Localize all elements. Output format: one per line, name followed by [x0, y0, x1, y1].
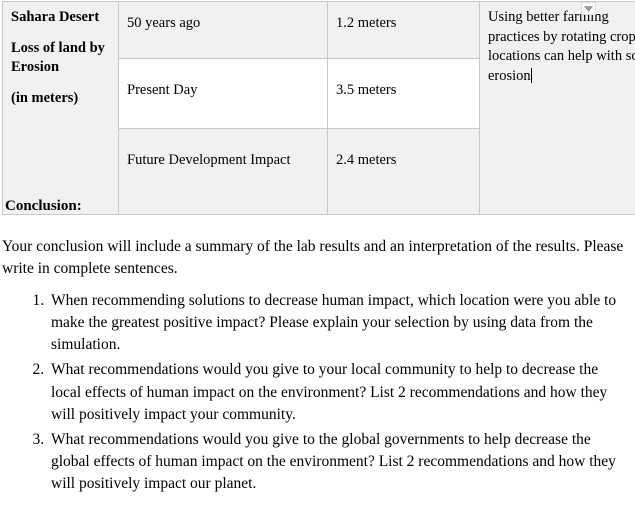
lab-data-table: Sahara Desert Loss of land by Erosion (i…	[2, 1, 635, 215]
questions-list: When recommending solutions to decrease …	[0, 290, 635, 498]
row-header-line-3: (in meters)	[11, 89, 79, 106]
conclusion-instructions: Your conclusion will include a summary o…	[2, 238, 624, 278]
list-item: What recommendations would you give to y…	[48, 359, 627, 425]
text-caret	[530, 67, 532, 83]
cell-stage-1[interactable]: Present Day	[118, 58, 328, 129]
cell-stage-0[interactable]: 50 years ago	[118, 1, 328, 59]
list-item: What recommendations would you give to t…	[48, 429, 627, 495]
lab-data-table-container: Sahara Desert Loss of land by Erosion (i…	[2, 1, 635, 215]
list-item: When recommending solutions to decrease …	[48, 290, 627, 356]
table-row: Sahara Desert Loss of land by Erosion (i…	[2, 1, 635, 215]
cell-value-1[interactable]: 3.5 meters	[327, 58, 480, 129]
cell-value-0[interactable]: 1.2 meters	[327, 1, 480, 59]
chevron-down-icon[interactable]	[581, 2, 596, 15]
notes-text: Using better farming practices by rotati…	[488, 9, 635, 84]
cell-notes[interactable]: Using better farming practices by rotati…	[479, 1, 635, 215]
row-header-line-1: Sahara Desert	[11, 9, 100, 25]
cell-stage-2[interactable]: Future Development Impact	[118, 128, 328, 215]
page-title: Conclusion:	[5, 198, 82, 214]
row-header-line-2: Loss of land by Erosion	[11, 39, 105, 76]
row-header-cell[interactable]: Sahara Desert Loss of land by Erosion (i…	[2, 1, 119, 215]
cell-value-2[interactable]: 2.4 meters	[327, 128, 480, 215]
